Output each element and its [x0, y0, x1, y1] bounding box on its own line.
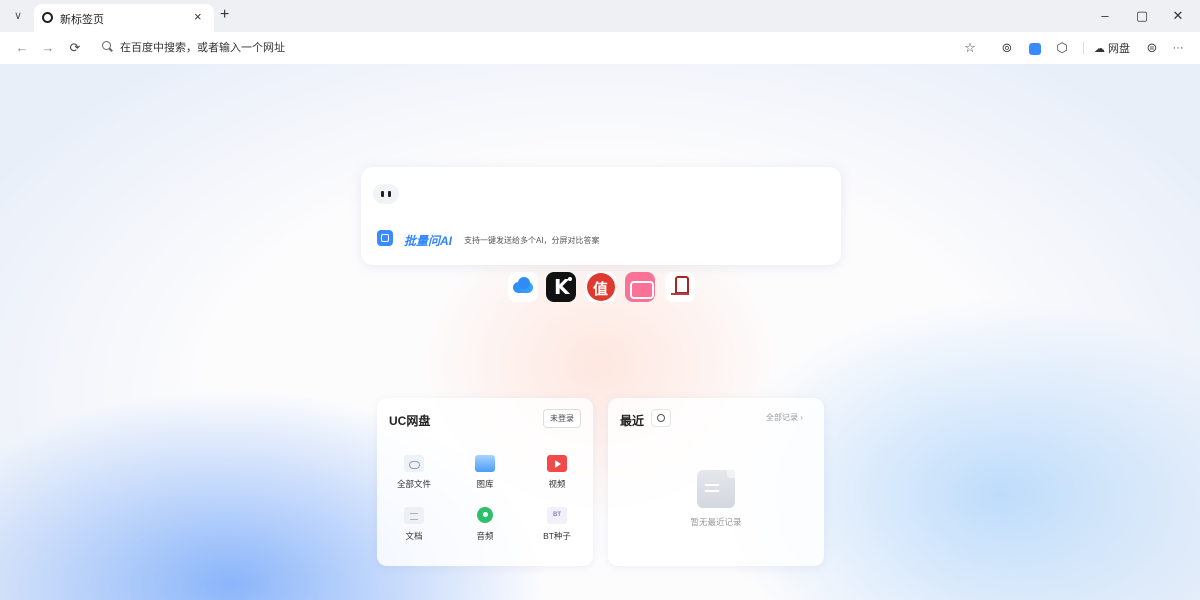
ai-mascot-icon [373, 184, 399, 204]
pan-item-label: 音频 [476, 531, 494, 541]
bt-badge: BT [553, 512, 561, 518]
batch-ask-title[interactable]: 批量问AI [404, 232, 452, 249]
k-glyph: K [554, 275, 570, 299]
shortcut-k-icon[interactable]: K [546, 272, 576, 302]
address-bar[interactable] [120, 38, 520, 58]
toolbar-divider [1083, 42, 1084, 54]
tab-title: 新标签页 [60, 14, 104, 26]
video-icon [547, 455, 567, 472]
pan-item-label: 全部文件 [396, 479, 431, 489]
broadcast-icon[interactable]: ⊚ [998, 39, 1016, 57]
tab-list-chevron-icon[interactable]: ∨ [10, 8, 26, 24]
new-tab-page: 批量问AI 支持一键发送给多个AI，分屏对比答案 K 值 UC网盘 未登录 全部… [0, 64, 1200, 600]
gallery-icon [475, 455, 495, 472]
history-clock-icon[interactable] [651, 409, 671, 427]
cloud-drive-label: 网盘 [1108, 43, 1130, 55]
pan-item-label: BT种子 [543, 531, 571, 541]
ai-badge-icon [1029, 42, 1041, 55]
shortcut-bilibili-icon[interactable] [625, 272, 655, 302]
reload-button[interactable]: ⟳ [67, 40, 83, 56]
tab-close-icon[interactable]: × [194, 9, 202, 24]
empty-state-text: 暂无最近记录 [690, 517, 742, 527]
cloud-drive-button[interactable]: ☁ 网盘 [1094, 40, 1130, 56]
recent-title: 最近 [620, 414, 645, 428]
back-button[interactable]: ← [14, 40, 30, 56]
empty-document-icon [697, 470, 735, 508]
tab-strip: ∨ 新标签页 × + – ▢ ✕ [0, 0, 1200, 32]
pan-item-gallery[interactable]: 图库 [460, 455, 510, 490]
pan-item-label: 文档 [405, 531, 423, 541]
uc-pan-title: UC网盘 [389, 414, 431, 428]
extensions-icon[interactable]: ⬡ [1053, 39, 1071, 57]
folder-icon [404, 455, 424, 472]
tab-new-tab[interactable]: 新标签页 × [34, 4, 214, 32]
audio-icon [475, 507, 495, 524]
pan-item-bt[interactable]: BT BT种子 [532, 507, 582, 542]
cloud-icon: ☁ [1094, 42, 1105, 55]
batch-ask-tagline: 支持一键发送给多个AI，分屏对比答案 [464, 236, 600, 245]
pan-item-video[interactable]: 视频 [532, 455, 582, 490]
new-tab-button[interactable]: + [220, 6, 229, 24]
zhi-glyph: 值 [593, 281, 609, 298]
login-button[interactable]: 未登录 [543, 409, 581, 428]
bt-icon: BT [547, 507, 567, 524]
pan-item-label: 视频 [548, 479, 566, 489]
pan-item-all-files[interactable]: 全部文件 [389, 455, 439, 490]
pan-item-documents[interactable]: 文档 [389, 507, 439, 542]
bookmark-star-icon[interactable]: ☆ [961, 39, 979, 57]
shortcut-smzdm-icon[interactable]: 值 [586, 272, 616, 302]
forward-button[interactable]: → [40, 40, 56, 56]
recent-card: 最近 全部记录 › 暂无最近记录 [608, 398, 824, 566]
uc-pan-card: UC网盘 未登录 全部文件 图库 视频 文档 音频 BT BT种子 [377, 398, 593, 566]
shortcut-cloud-icon[interactable] [508, 272, 538, 302]
document-icon [404, 507, 424, 524]
all-records-link[interactable]: 全部记录 › [766, 412, 803, 423]
ai-assistant-icon[interactable] [1026, 39, 1044, 57]
minimize-button[interactable]: – [1095, 7, 1115, 25]
pan-item-label: 图库 [476, 479, 494, 489]
more-menu-icon[interactable]: ··· [1169, 39, 1187, 57]
maximize-button[interactable]: ▢ [1132, 7, 1152, 25]
account-icon[interactable]: ⊜ [1143, 39, 1161, 57]
close-window-button[interactable]: ✕ [1168, 7, 1188, 25]
ai-chat-card[interactable]: 批量问AI 支持一键发送给多个AI，分屏对比答案 [361, 167, 841, 265]
search-icon [102, 41, 111, 50]
shortcut-palace-museum-icon[interactable] [665, 272, 695, 302]
toolbar: ← → ⟳ ☆ ⊚ ⬡ ☁ 网盘 ⊜ ··· [0, 32, 1200, 64]
pan-item-audio[interactable]: 音频 [460, 507, 510, 542]
batch-ask-icon [377, 230, 393, 246]
uc-logo-icon [42, 12, 53, 23]
